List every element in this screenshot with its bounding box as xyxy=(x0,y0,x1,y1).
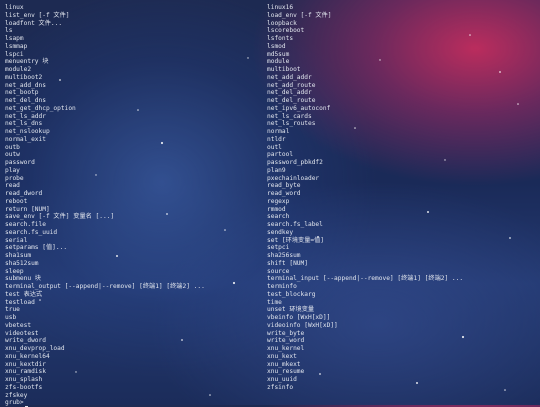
command-entry: test_blockarg xyxy=(267,290,316,298)
command-entry: menuentry 块 xyxy=(5,58,49,66)
command-entry: net_add_dns xyxy=(5,81,46,89)
command-entry: read xyxy=(5,182,20,190)
command-entry: xnu_uuid xyxy=(267,376,297,383)
command-entry: usb xyxy=(5,314,17,321)
command-entry: write_dword xyxy=(5,337,46,345)
command-entry: sha256sum xyxy=(267,252,301,259)
command-entry: read_word xyxy=(267,190,301,197)
command-entry: search.file xyxy=(5,221,46,228)
command-entry: vbeinfo [WxH[xD]] xyxy=(267,314,331,321)
command-entry: read_byte xyxy=(267,182,301,190)
command-entry: linux xyxy=(5,4,24,11)
command-entry: save_env [-f 文件] 变量名 [...] xyxy=(5,213,115,221)
command-entry: ntldr xyxy=(267,135,286,143)
command-entry: ls xyxy=(5,27,13,35)
command-entry: xnu_devprop_load xyxy=(5,345,65,352)
command-entry: lsapm xyxy=(5,35,24,42)
command-entry: net_ls_cards xyxy=(267,112,312,120)
command-entry: outw xyxy=(5,151,20,159)
command-entry: shift [NUM] xyxy=(267,259,308,267)
command-entry: sha512sum xyxy=(5,259,39,267)
command-entry: outb xyxy=(5,143,20,151)
command-entry: loadfont 文件... xyxy=(5,19,63,27)
command-entry: plan9 xyxy=(267,166,286,174)
command-entry: lsfonts xyxy=(267,35,294,42)
command-entry: multiboot xyxy=(267,66,301,73)
command-entry: net_ls_routes xyxy=(267,120,316,128)
command-entry: terminfo xyxy=(267,283,297,290)
command-entry: xnu_kext xyxy=(267,352,297,360)
command-entry: unset 环境变量 xyxy=(267,306,315,314)
command-entry: sendkey xyxy=(267,228,294,236)
command-entry: xnu_kernel64 xyxy=(5,352,50,360)
command-entry: zfsinfo xyxy=(267,383,294,391)
command-entry: reboot xyxy=(5,197,28,205)
command-entry: pxechainloader xyxy=(267,174,320,182)
command-entry: load_env [-f 文件] xyxy=(267,11,332,19)
command-entry: setpci xyxy=(267,244,290,252)
command-entry: list_env [-f 文件] xyxy=(5,11,70,19)
command-entry: net_get_dhcp_option xyxy=(5,104,76,112)
command-entry: write_word xyxy=(267,337,305,345)
command-entry: normal xyxy=(267,128,290,135)
command-entry: net_add_addr xyxy=(267,73,312,81)
command-entry: linux16 xyxy=(267,4,294,11)
command-entry: net_add_route xyxy=(267,81,316,89)
command-entry: rmmod xyxy=(267,205,286,213)
command-entry: true xyxy=(5,306,20,314)
command-entry: videotest xyxy=(5,329,39,337)
command-entry: net_del_addr xyxy=(267,89,312,97)
command-list-right-column: linux16 load_env [-f 文件] loopback lscoreboo… xyxy=(267,4,463,392)
command-entry: net_del_route xyxy=(267,97,316,104)
command-entry: xnu_splash xyxy=(5,376,43,383)
command-entry: test 表达式 xyxy=(5,290,43,298)
command-entry: vbetest xyxy=(5,321,32,329)
command-entry: module2 xyxy=(5,66,32,73)
command-entry: play xyxy=(5,166,20,174)
command-entry: probe xyxy=(5,174,24,182)
command-entry: password_pbkdf2 xyxy=(267,159,323,166)
command-entry: net_ipv6_autoconf xyxy=(267,104,331,112)
command-entry: lsmod xyxy=(267,42,286,50)
command-entry: setparams [值]... xyxy=(5,244,68,252)
command-list-left-column: linux list_env [-f 文件] loadfont 文件... ls lsa… xyxy=(5,4,205,407)
command-entry: outl xyxy=(267,143,282,151)
command-entry: write_byte xyxy=(267,329,305,337)
command-entry: xnu_kextdir xyxy=(5,360,46,368)
command-entry: terminal_input [--append|--remove] [终端1]… xyxy=(267,275,464,283)
command-entry: search xyxy=(267,213,290,221)
command-entry: normal_exit xyxy=(5,135,46,143)
command-entry: search.fs_label xyxy=(267,221,323,228)
command-entry: net_nslookup xyxy=(5,128,50,135)
command-entry: partool xyxy=(267,151,294,159)
command-entry: submenu 块 xyxy=(5,275,41,283)
command-entry: module xyxy=(267,58,290,66)
command-entry: md5sum xyxy=(267,50,290,58)
command-entry: read_dword xyxy=(5,190,43,197)
command-entry: password xyxy=(5,159,35,166)
command-entry: xnu_mkext xyxy=(267,360,301,368)
command-entry: lsmmap xyxy=(5,42,28,50)
command-entry: net_del_dns xyxy=(5,97,46,104)
command-entry: xnu_ramdisk xyxy=(5,368,46,376)
command-entry: zfs-bootfs xyxy=(5,383,43,391)
command-entry: net_bootp xyxy=(5,89,39,97)
command-entry: sha1sum xyxy=(5,252,32,259)
command-entry: multiboot2 xyxy=(5,73,43,81)
command-entry: xnu_resume xyxy=(267,368,305,376)
command-entry: loopback xyxy=(267,19,297,27)
command-entry: lscoreboot xyxy=(267,27,305,35)
command-entry: net_ls_dns xyxy=(5,120,43,128)
command-entry: testload xyxy=(5,298,35,306)
grub-prompt[interactable]: grub> xyxy=(5,399,205,407)
command-entry: regexp xyxy=(267,197,290,205)
command-entry: videoinfo [WxH[xD]] xyxy=(267,321,338,329)
command-entry: terminal_output [--append|--remove] [终端1… xyxy=(5,283,205,290)
command-entry: zfskey xyxy=(5,391,28,399)
command-entry: xnu_kernel xyxy=(267,345,305,352)
command-entry: net_ls_addr xyxy=(5,112,46,120)
command-entry: set [环境变量=值] xyxy=(267,236,325,244)
command-entry: search.fs_uuid xyxy=(5,228,58,236)
